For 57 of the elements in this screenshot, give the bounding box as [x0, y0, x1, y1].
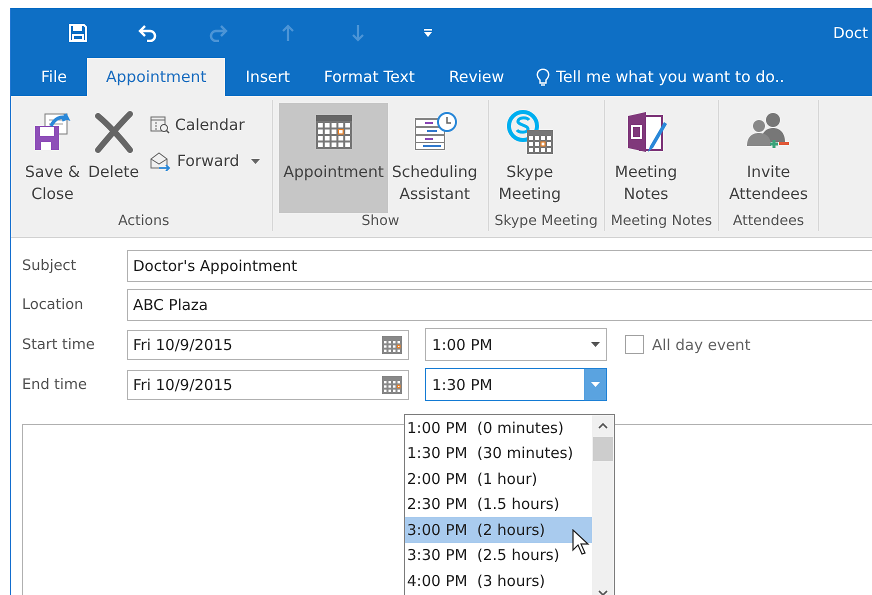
time-dropdown[interactable]: 1:00 PM [425, 328, 607, 361]
subject-field[interactable]: Doctor's Appointment [127, 250, 872, 282]
time-option[interactable]: 2:30 PM (1.5 hours) [405, 492, 592, 517]
calendar-search-icon [149, 115, 171, 135]
ribbon-button[interactable]: Forward [147, 149, 262, 173]
undo-icon[interactable] [138, 24, 158, 42]
field-label: Start time [22, 336, 96, 352]
scrollbar[interactable] [592, 415, 614, 595]
customize-icon[interactable] [423, 28, 433, 38]
save-icon[interactable] [68, 23, 88, 43]
ribbon-tab[interactable]: Insert [231, 58, 304, 96]
lightbulb-icon[interactable] [536, 67, 550, 87]
ribbon-tab[interactable]: File [27, 58, 81, 96]
time-option[interactable]: 3:30 PM (2.5 hours) [405, 542, 592, 568]
ribbon-button[interactable]: Calendar [147, 113, 262, 137]
schedule-clock-icon [412, 112, 457, 152]
ribbon-button[interactable]: Skype Meeting [494, 103, 566, 213]
ribbon-button[interactable]: Save & Close [21, 103, 84, 213]
ribbon-button[interactable]: Delete [84, 103, 143, 213]
checkbox-label: All day event [652, 336, 750, 354]
ribbon-tab[interactable]: Review [434, 58, 518, 96]
caret-icon [590, 342, 600, 347]
field-label: Location [22, 297, 84, 313]
time-dropdown[interactable]: 1:30 PM [425, 368, 607, 401]
ribbon-button[interactable]: Invite Attendees [725, 103, 812, 213]
time-option[interactable]: 1:00 PM (0 minutes) [405, 415, 592, 440]
tell-me-search[interactable]: Tell me what you want to do.. [556, 68, 784, 86]
date-field[interactable]: Fri 10/9/2015 [127, 370, 409, 400]
ribbon-button[interactable]: Scheduling Assistant [388, 103, 482, 213]
date-field[interactable]: Fri 10/9/2015 [127, 330, 409, 360]
caret-icon [590, 382, 600, 387]
skype-calendar-icon [504, 110, 555, 154]
checkbox[interactable] [625, 335, 644, 354]
time-option[interactable]: 4:00 PM (3 hours) [405, 568, 592, 594]
group-label: Skype Meeting [494, 213, 598, 231]
time-option[interactable]: 2:00 PM (1 hour) [405, 466, 592, 492]
location-field[interactable]: ABC Plaza [127, 289, 872, 321]
group-label: Attendees [732, 213, 806, 231]
caret-icon [251, 158, 260, 164]
envelope-arrow-icon [149, 151, 173, 171]
calendar-icon[interactable] [381, 374, 403, 394]
calendar-icon [314, 113, 354, 151]
ribbon-button[interactable]: Appointment [279, 103, 388, 213]
group-label: Meeting Notes [610, 213, 712, 231]
field-label: End time [22, 376, 88, 392]
group-label: Show [360, 213, 400, 231]
time-option[interactable]: 1:30 PM (30 minutes) [405, 440, 592, 466]
ribbon-button[interactable]: Meeting Notes [610, 103, 682, 213]
field-label: Subject [22, 258, 78, 274]
time-option[interactable]: 3:00 PM (2 hours) [405, 517, 592, 542]
mouse-pointer-icon [572, 529, 590, 555]
ribbon-tab[interactable]: Appointment [86, 58, 226, 96]
group-label: Actions [117, 213, 170, 231]
window-title: Doct [833, 24, 869, 42]
ribbon-tab[interactable]: Format Text [310, 58, 429, 96]
calendar-icon[interactable] [381, 334, 403, 354]
scroll-thumb[interactable] [593, 437, 613, 461]
